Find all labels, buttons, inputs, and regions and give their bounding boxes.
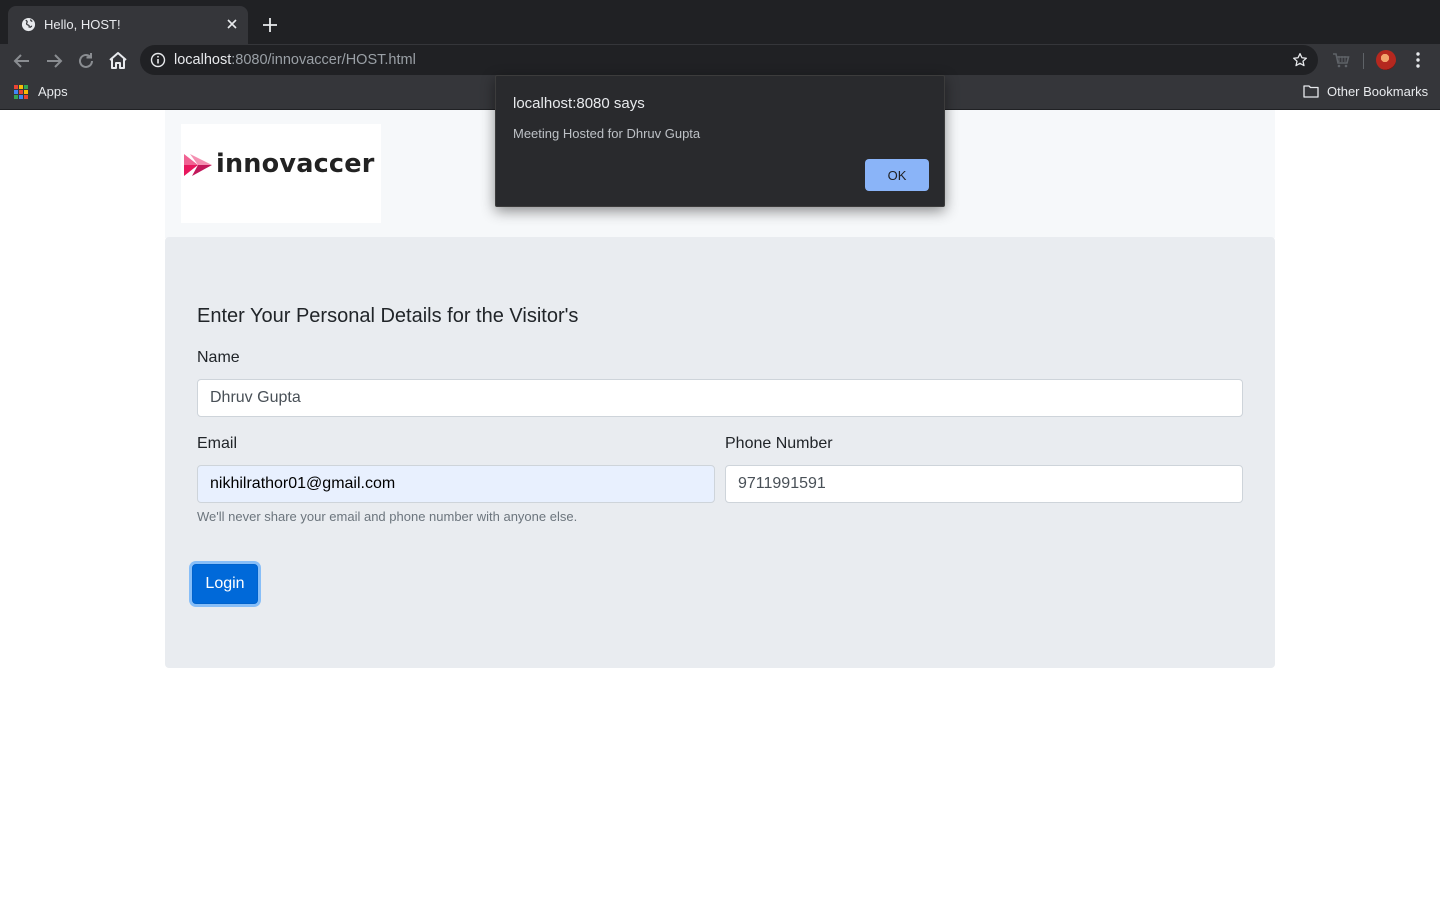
star-icon[interactable]	[1291, 51, 1309, 69]
reload-icon[interactable]	[74, 49, 98, 73]
cart-icon[interactable]	[1331, 50, 1351, 70]
logo-text: innovaccer	[216, 149, 375, 179]
info-icon[interactable]	[150, 52, 166, 68]
login-button[interactable]: Login	[192, 564, 258, 604]
ok-button[interactable]: OK	[865, 159, 929, 191]
address-bar[interactable]: localhost:8080/innovaccer/HOST.html	[140, 45, 1318, 75]
arrow-left-icon[interactable]	[10, 49, 34, 73]
url-text[interactable]: localhost:8080/innovaccer/HOST.html	[174, 52, 416, 68]
browser-tab[interactable]: Hello, HOST!	[8, 6, 248, 44]
email-input[interactable]	[197, 465, 715, 503]
plus-icon[interactable]	[260, 15, 280, 35]
tab-title: Hello, HOST!	[44, 17, 121, 32]
tab-strip: Hello, HOST!	[0, 0, 1440, 44]
globe-icon	[21, 17, 36, 32]
bookmark-other[interactable]: Other Bookmarks	[1327, 84, 1428, 99]
name-input[interactable]	[197, 379, 1243, 417]
browser-toolbar: localhost:8080/innovaccer/HOST.html	[0, 44, 1440, 78]
arrow-right-icon[interactable]	[42, 49, 66, 73]
url-host: localhost	[174, 52, 232, 68]
visitor-form-card: Enter Your Personal Details for the Visi…	[165, 237, 1275, 668]
form-heading: Enter Your Personal Details for the Visi…	[197, 305, 579, 327]
kebab-menu-icon[interactable]	[1410, 50, 1426, 70]
bookmark-apps[interactable]: Apps	[38, 84, 68, 99]
alert-title: localhost:8080 says	[513, 95, 645, 112]
brand-logo: innovaccer	[181, 124, 381, 223]
close-icon[interactable]	[224, 16, 240, 32]
home-icon[interactable]	[106, 49, 130, 73]
url-path: :8080/innovaccer/HOST.html	[231, 52, 416, 68]
alert-message: Meeting Hosted for Dhruv Gupta	[513, 126, 701, 141]
avatar[interactable]	[1376, 50, 1396, 70]
alert-dialog: localhost:8080 says Meeting Hosted for D…	[495, 75, 945, 207]
name-label: Name	[197, 349, 240, 366]
logo-mark-icon	[184, 154, 212, 176]
phone-label: Phone Number	[725, 435, 833, 452]
email-label: Email	[197, 435, 238, 452]
toolbar-divider	[1363, 53, 1364, 69]
phone-input[interactable]	[725, 465, 1243, 503]
apps-grid-icon[interactable]	[14, 85, 28, 99]
folder-icon[interactable]	[1303, 84, 1319, 98]
page-content: innovaccer Enter Your Personal Details f…	[0, 110, 1440, 900]
privacy-help-text: We'll never share your email and phone n…	[197, 509, 578, 524]
